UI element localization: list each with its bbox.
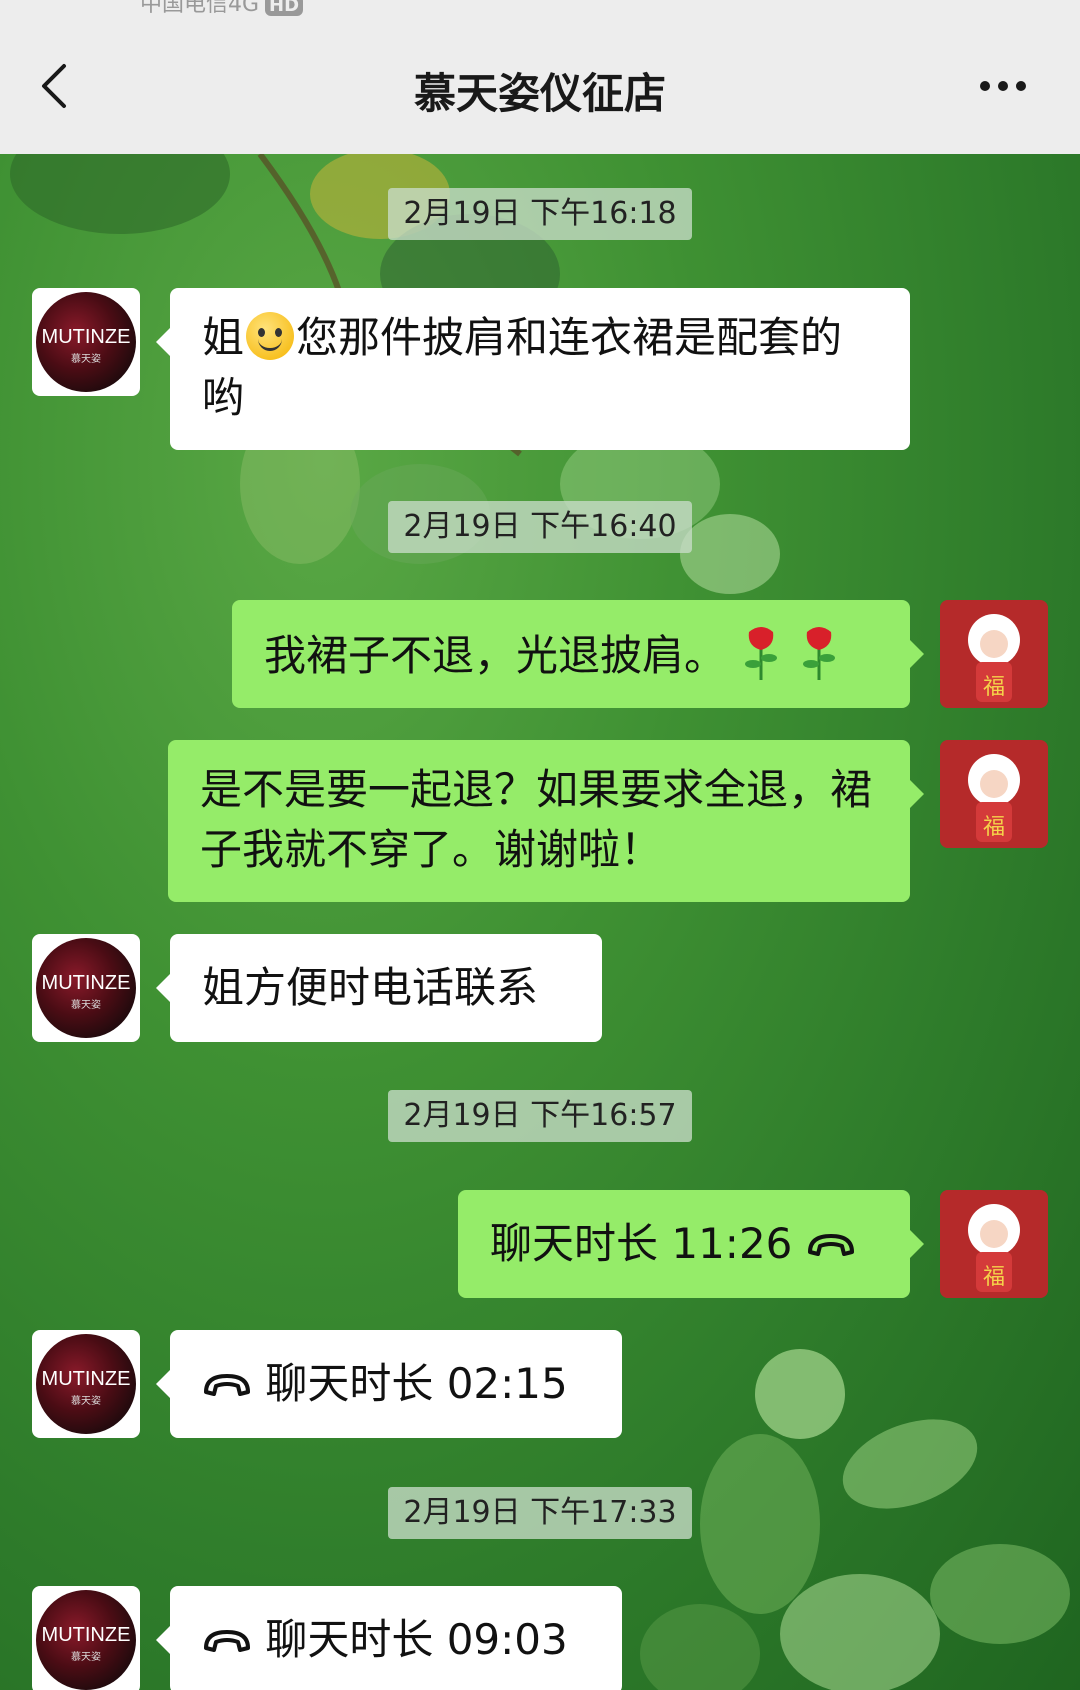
avatar-brand-text: MUTINZE xyxy=(41,326,131,348)
avatar-brand-subtext: 慕天姿 xyxy=(71,1396,101,1407)
avatar-brand-subtext: 慕天姿 xyxy=(71,1000,101,1011)
svg-text:福: 福 xyxy=(983,815,1005,840)
avatar-brand-text: MUTINZE xyxy=(41,972,131,994)
carrier-label: 中国电信4G HD xyxy=(140,0,304,16)
message-text: 姐方便时电话联系 xyxy=(202,963,539,1012)
avatar-brand-subtext: 慕天姿 xyxy=(71,1652,101,1663)
phone-icon xyxy=(204,1630,250,1652)
message-text: 我裙子不退，光退披肩。 xyxy=(264,631,727,680)
rose-emoji-icon xyxy=(745,627,778,680)
avatar-brand-subtext: 慕天姿 xyxy=(71,354,101,365)
user-avatar[interactable]: 福 xyxy=(940,1190,1048,1298)
chat-header: 慕天姿仪征店 xyxy=(0,16,1080,154)
message-bubble-incoming[interactable]: 姐您那件披肩和连衣裙是配套的哟 xyxy=(156,288,910,450)
shop-avatar[interactable]: MUTINZE 慕天姿 xyxy=(32,288,140,396)
call-record-bubble-incoming[interactable]: 聊天时长 09:03 xyxy=(156,1586,622,1690)
message-timestamp: 2月19日 下午16:57 xyxy=(388,1090,692,1142)
status-bar: 中国电信4G HD xyxy=(0,0,1080,16)
message-timestamp: 2月19日 下午17:33 xyxy=(388,1487,692,1539)
shop-avatar[interactable]: MUTINZE 慕天姿 xyxy=(32,1586,140,1690)
svg-text:福: 福 xyxy=(983,1265,1005,1290)
shop-avatar[interactable]: MUTINZE 慕天姿 xyxy=(32,934,140,1042)
call-duration-text: 聊天时长 09:03 xyxy=(265,1615,568,1664)
chat-title: 慕天姿仪征店 xyxy=(413,69,666,118)
message-timestamp: 2月19日 下午16:18 xyxy=(388,188,692,240)
call-record-bubble-incoming[interactable]: 聊天时长 02:15 xyxy=(156,1330,622,1438)
call-duration-text: 聊天时长 02:15 xyxy=(265,1359,568,1408)
avatar-brand-text: MUTINZE xyxy=(41,1624,131,1646)
phone-icon xyxy=(807,1234,854,1256)
avatar-brand-text: MUTINZE xyxy=(41,1368,131,1390)
smile-emoji-icon xyxy=(246,312,295,360)
lion-dance-avatar-icon: 福 xyxy=(940,1190,1048,1298)
phone-icon xyxy=(204,1374,250,1396)
lion-dance-avatar-icon: 福 xyxy=(940,600,1048,708)
leaf-decoration-bottom xyxy=(640,1349,1070,1690)
user-avatar[interactable]: 福 xyxy=(940,740,1048,848)
rose-emoji-icon xyxy=(802,627,835,680)
lion-dance-avatar-icon: 福 xyxy=(940,740,1048,848)
call-record-bubble-outgoing[interactable]: 聊天时长 11:26 xyxy=(458,1190,924,1298)
call-duration-text: 聊天时长 11:26 xyxy=(490,1219,793,1268)
message-bubble-incoming[interactable]: 姐方便时电话联系 xyxy=(156,934,602,1042)
shop-avatar[interactable]: MUTINZE 慕天姿 xyxy=(32,1330,140,1438)
user-avatar[interactable]: 福 xyxy=(940,600,1048,708)
message-timestamp: 2月19日 下午16:40 xyxy=(388,501,692,553)
message-bubble-outgoing[interactable]: 是不是要一起退？如果要求全退，裙子我就不穿了。谢谢啦！ xyxy=(168,740,924,902)
hd-badge: HD xyxy=(265,0,304,16)
message-text: 您那件披肩和连衣裙是配套的哟 xyxy=(202,313,843,422)
svg-text:福: 福 xyxy=(983,675,1005,700)
chat-area[interactable]: 2月19日 下午16:18 MUTINZE 慕天姿 姐您那件披肩和连衣裙是配套的… xyxy=(0,154,1080,1690)
message-text: 是不是要一起退？如果要求全退，裙子我就不穿了。谢谢啦！ xyxy=(200,765,873,874)
more-options-icon[interactable] xyxy=(970,66,1040,106)
message-text: 姐 xyxy=(202,313,245,362)
message-bubble-outgoing[interactable]: 我裙子不退，光退披肩。 xyxy=(232,600,924,708)
